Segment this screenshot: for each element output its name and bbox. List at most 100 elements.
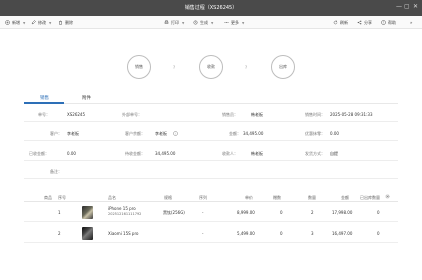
salesperson-value: 韩老板 — [251, 112, 263, 117]
table-row[interactable]: 1 iPhone 15 pro 202512161111792 黑钛(256G)… — [24, 202, 398, 222]
form-row: 备注： — [24, 165, 398, 178]
table-header: 商品 序号 品名 规格 序列 单价 赠数 数量 金额 已出库数量 — [24, 192, 398, 202]
delete-label: 删除 — [65, 19, 73, 25]
tab-attachments[interactable]: 附件 — [82, 95, 91, 101]
generate-button[interactable]: 生成 ▼ — [193, 19, 213, 26]
collapse-toolbar-button[interactable]: » — [410, 19, 412, 26]
edit-button[interactable]: 修改 ▼ — [31, 19, 51, 26]
form-divider — [24, 160, 398, 161]
table-row[interactable]: 2 Xiaomi 15S pro - 5,499.00 0 3 16,497.0… — [24, 223, 398, 243]
print-button[interactable]: 打印 ▼ — [164, 19, 184, 26]
flow-node-outbound[interactable]: 出库 — [271, 55, 295, 79]
due-amount-value: 34,495.00 — [155, 151, 176, 156]
gift-qty: 0 — [280, 231, 283, 236]
unit-price: 5,499.00 — [237, 231, 255, 236]
form-divider — [24, 178, 398, 179]
form-row: 客户： 李老板 客户余额： 李老板 i 金额： 34,495.00 优惠抹零： … — [24, 127, 398, 140]
print-icon — [164, 20, 169, 24]
customer-balance-value: 李老板 — [155, 131, 167, 136]
line-amount: 17,998.00 — [332, 210, 353, 215]
form-row: 单号： XS26245 外部单号： 销售员： 韩老板 销售时间： 2025-05… — [24, 108, 398, 121]
trash-icon — [59, 20, 62, 25]
chevron-down-icon: ▼ — [23, 20, 26, 25]
due-amount-label: 待收金额： — [125, 151, 145, 156]
product-name: iPhone 15 pro — [108, 206, 136, 211]
product-thumbnail — [82, 206, 93, 219]
refresh-button[interactable]: 刷新 — [333, 19, 348, 26]
product-spec: 黑钛(256G) — [163, 210, 185, 215]
shipping-method-label: 发货方式： — [305, 151, 325, 156]
edit-icon — [31, 20, 36, 25]
shipped-qty: 0 — [377, 210, 380, 215]
info-icon[interactable]: i — [173, 131, 178, 136]
plus-circle-icon — [5, 20, 10, 25]
product-serial: - — [202, 210, 204, 215]
tab-divider — [24, 103, 398, 104]
discount-label: 优惠抹零： — [305, 131, 325, 136]
close-icon[interactable]: ✕ — [413, 3, 418, 10]
amount-value: 34,495.00 — [243, 131, 264, 136]
sale-time-value: 2025-05-28 09:31:33 — [330, 112, 373, 117]
quantity: 2 — [311, 210, 314, 215]
more-button[interactable]: 更多 ▼ — [224, 19, 244, 26]
line-amount: 16,497.00 — [332, 231, 353, 236]
flow-arrow-2: ? — [245, 65, 248, 70]
refresh-icon — [333, 20, 338, 25]
shipping-method-value: 自提 — [330, 151, 338, 156]
share-icon — [357, 20, 362, 25]
gear-icon[interactable] — [385, 194, 390, 199]
column-header: 已出库数量 — [360, 195, 380, 200]
flow-node-label: 收款 — [207, 64, 215, 69]
gift-qty: 0 — [280, 210, 283, 215]
share-button[interactable]: 分享 — [357, 19, 372, 26]
quantity: 3 — [311, 231, 314, 236]
product-thumbnail — [82, 227, 93, 240]
form-divider — [24, 121, 398, 122]
customer-value: 李老板 — [67, 131, 79, 136]
column-header: 商品 — [44, 195, 52, 200]
maximize-icon[interactable]: ▢ — [404, 3, 410, 10]
amount-label: 金额： — [229, 131, 241, 136]
column-header: 序列 — [199, 195, 207, 200]
add-label: 新增 — [12, 19, 20, 25]
more-icon — [224, 22, 229, 23]
row-seq: 2 — [58, 231, 61, 236]
flow-node-receipt[interactable]: 收款 — [199, 55, 223, 79]
product-name: Xiaomi 15S pro — [108, 231, 139, 236]
chevron-down-icon: ▼ — [211, 20, 214, 25]
form-row: 已收金额： 0.00 待收金额： 34,495.00 收款人： 韩老板 发货方式… — [24, 147, 398, 160]
more-label: 更多 — [231, 19, 239, 25]
column-header: 赠数 — [273, 195, 281, 200]
column-header: 品名 — [108, 195, 116, 200]
salesperson-label: 销售员： — [222, 112, 238, 117]
help-icon: ? — [381, 20, 386, 25]
print-label: 打印 — [171, 19, 179, 25]
customer-balance-label: 客户余额： — [125, 131, 145, 136]
discount-value: 0.00 — [330, 131, 339, 136]
generate-label: 生成 — [200, 19, 208, 25]
paid-amount-value: 0.00 — [67, 151, 76, 156]
receiver-label: 收款人： — [222, 151, 238, 156]
svg-text:i: i — [175, 132, 176, 136]
order-code-label: 单号： — [38, 112, 50, 117]
column-header: 金额 — [341, 195, 349, 200]
delete-button[interactable]: 删除 — [58, 19, 73, 26]
product-code: 202512161111792 — [108, 212, 142, 216]
help-button[interactable]: ? 帮助 — [381, 19, 396, 26]
tab-sales[interactable]: 销售 — [40, 95, 49, 101]
minimize-icon[interactable]: — — [396, 3, 402, 10]
paid-amount-label: 已收金额： — [29, 151, 49, 156]
window-title: 销售过程（XS26245） — [184, 5, 238, 11]
flow-node-sales[interactable]: 销售 — [127, 55, 151, 79]
toolbar: 新增 ▼ 修改 ▼ 删除 打印 ▼ 生成 ▼ 更多 ▼ 刷新 分享 ? 帮助 » — [0, 16, 422, 29]
column-header: 序号 — [58, 195, 66, 200]
external-code-label: 外部单号： — [122, 112, 142, 117]
column-header: 规格 — [164, 195, 172, 200]
add-button[interactable]: 新增 ▼ — [5, 19, 25, 26]
chevron-down-icon: ▼ — [182, 20, 185, 25]
chevron-down-icon: ▼ — [49, 20, 52, 25]
order-code-value: XS26245 — [67, 112, 86, 117]
flow-node-label: 出库 — [279, 64, 287, 69]
row-seq: 1 — [58, 210, 61, 215]
note-label: 备注： — [50, 169, 62, 174]
